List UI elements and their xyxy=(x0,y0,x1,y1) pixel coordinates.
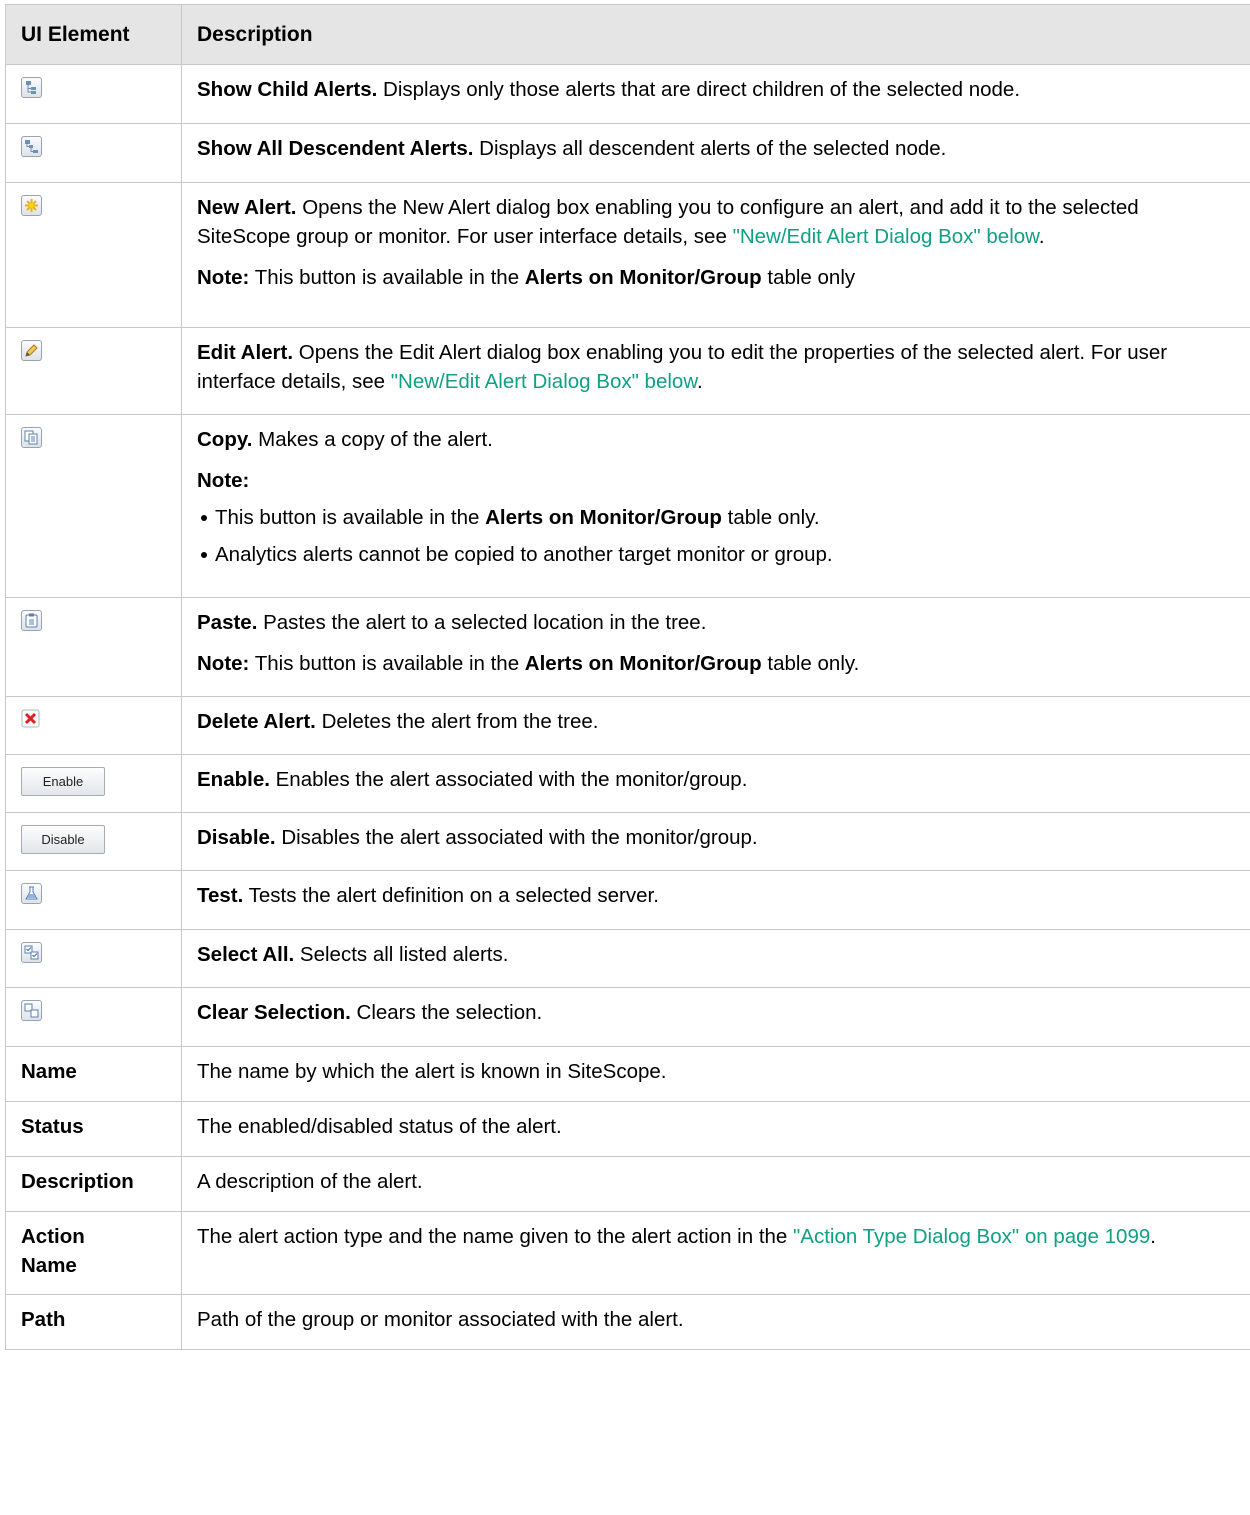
header-ui-element: UI Element xyxy=(5,4,182,65)
row-text: Enables the alert associated with the mo… xyxy=(269,768,748,791)
row-text: The alert action type and the name given… xyxy=(197,1225,794,1248)
row-title: Copy. xyxy=(197,428,253,451)
note-label: Note: xyxy=(197,469,250,492)
row-label: Description xyxy=(5,1156,182,1212)
table-row: Delete Alert. Deletes the alert from the… xyxy=(5,696,1250,755)
table-row: Paste. Pastes the alert to a selected lo… xyxy=(5,597,1250,697)
row-label: Status xyxy=(5,1101,182,1157)
table-row: Name The name by which the alert is know… xyxy=(5,1046,1250,1102)
show-child-alerts-icon[interactable] xyxy=(21,77,42,98)
bullet-text: This button is available in the xyxy=(215,506,486,529)
table-row: Disable Disable. Disables the alert asso… xyxy=(5,812,1250,871)
row-title: Disable. xyxy=(197,826,276,849)
list-item: This button is available in the Alerts o… xyxy=(201,503,1237,532)
bullet-bold: Alerts on Monitor/Group xyxy=(485,506,722,529)
table-row: Edit Alert. Opens the Edit Alert dialog … xyxy=(5,327,1250,415)
row-text: Pastes the alert to a selected location … xyxy=(257,611,707,634)
new-alert-icon[interactable] xyxy=(21,195,42,216)
table-row: Show Child Alerts. Displays only those a… xyxy=(5,64,1250,124)
row-text: The enabled/disabled status of the alert… xyxy=(197,1115,562,1138)
row-title: Select All. xyxy=(197,943,295,966)
row-title: Enable. xyxy=(197,768,270,791)
table-row: Test. Tests the alert definition on a se… xyxy=(5,870,1250,930)
table-row: Copy. Makes a copy of the alert. Note: T… xyxy=(5,414,1250,598)
row-text: Displays all descendent alerts of the se… xyxy=(473,137,947,160)
row-title: Show Child Alerts. xyxy=(197,78,378,101)
action-type-dialog-link[interactable]: "Action Type Dialog Box" on page 1099 xyxy=(793,1225,1150,1248)
table-row: Enable Enable. Enables the alert associa… xyxy=(5,754,1250,813)
disable-button[interactable]: Disable xyxy=(21,825,105,854)
row-label: Path xyxy=(5,1294,182,1350)
table-row: Select All. Selects all listed alerts. xyxy=(5,929,1250,988)
row-text: Selects all listed alerts. xyxy=(294,943,509,966)
row-text: The name by which the alert is known in … xyxy=(197,1060,667,1083)
row-text: Disables the alert associated with the m… xyxy=(275,826,758,849)
row-title: Paste. xyxy=(197,611,258,634)
row-text: Path of the group or monitor associated … xyxy=(197,1308,684,1331)
row-title: Test. xyxy=(197,884,244,907)
clear-selection-icon[interactable] xyxy=(21,1000,42,1021)
note-text-tail: table only xyxy=(761,266,856,289)
note-bold: Alerts on Monitor/Group xyxy=(524,266,762,289)
note-label: Note: xyxy=(197,652,250,675)
row-text: Displays only those alerts that are dire… xyxy=(377,78,1021,101)
note-list: This button is available in the Alerts o… xyxy=(197,503,1237,569)
row-text-tail: . xyxy=(697,370,703,393)
delete-alert-icon[interactable] xyxy=(21,709,42,730)
row-text: Tests the alert definition on a selected… xyxy=(243,884,659,907)
edit-alert-icon[interactable] xyxy=(21,340,42,361)
row-text: Makes a copy of the alert. xyxy=(252,428,493,451)
row-title: Delete Alert. xyxy=(197,710,316,733)
new-edit-alert-link[interactable]: "New/Edit Alert Dialog Box" below xyxy=(391,370,697,393)
table-header-row: UI Element Description xyxy=(5,4,1250,65)
table-row: Path Path of the group or monitor associ… xyxy=(5,1294,1250,1350)
list-item: Analytics alerts cannot be copied to ano… xyxy=(201,540,1237,569)
table-row: Status The enabled/disabled status of th… xyxy=(5,1101,1250,1157)
row-text: Deletes the alert from the tree. xyxy=(315,710,599,733)
header-description: Description xyxy=(181,4,1250,65)
row-title: Clear Selection. xyxy=(197,1001,351,1024)
bullet-text-tail: table only. xyxy=(721,506,820,529)
note-text-tail: table only. xyxy=(761,652,860,675)
note-label: Note: xyxy=(197,266,250,289)
table-row: New Alert. Opens the New Alert dialog bo… xyxy=(5,182,1250,328)
note-bold: Alerts on Monitor/Group xyxy=(524,652,762,675)
note-text: This button is available in the xyxy=(249,652,525,675)
paste-icon[interactable] xyxy=(21,610,42,631)
table-row: Clear Selection. Clears the selection. xyxy=(5,987,1250,1047)
ui-elements-table: UI Element Description Show Child Alerts… xyxy=(5,4,1250,1350)
row-text: Clears the selection. xyxy=(350,1001,543,1024)
copy-icon[interactable] xyxy=(21,427,42,448)
select-all-icon[interactable] xyxy=(21,942,42,963)
row-title: Edit Alert. xyxy=(197,341,294,364)
row-text-tail: . xyxy=(1038,225,1045,248)
row-title: New Alert. xyxy=(197,196,297,219)
table-row: Show All Descendent Alerts. Displays all… xyxy=(5,123,1250,183)
new-edit-alert-link[interactable]: "New/Edit Alert Dialog Box" below xyxy=(733,225,1039,248)
row-label: Action Name xyxy=(5,1211,182,1295)
row-title: Show All Descendent Alerts. xyxy=(197,137,474,160)
row-text-tail: . xyxy=(1150,1225,1156,1248)
row-label: Name xyxy=(5,1046,182,1102)
show-all-descendent-alerts-icon[interactable] xyxy=(21,136,42,157)
enable-button[interactable]: Enable xyxy=(21,767,105,796)
table-row: Action Name The alert action type and th… xyxy=(5,1211,1250,1295)
test-flask-icon[interactable] xyxy=(21,883,42,904)
note-text: This button is available in the xyxy=(249,266,525,289)
table-row: Description A description of the alert. xyxy=(5,1156,1250,1212)
row-text: A description of the alert. xyxy=(197,1170,423,1193)
